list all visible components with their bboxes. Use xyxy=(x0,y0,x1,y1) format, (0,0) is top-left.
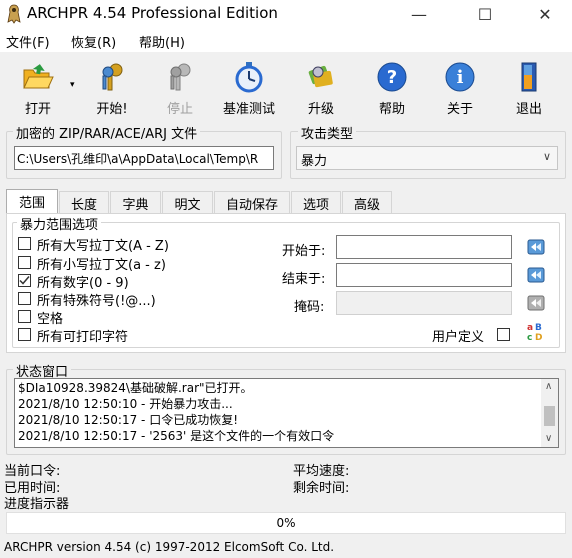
status-line: $DIa10928.39824\基础破解.rar"已打开。 xyxy=(18,381,253,395)
status-bar: ARCHPR version 4.54 (c) 1997-2012 ElcomS… xyxy=(4,540,335,554)
end-at-input[interactable] xyxy=(336,263,512,287)
help-icon: ? xyxy=(377,62,407,92)
about-label: 关于 xyxy=(446,102,473,117)
status-log[interactable]: $DIa10928.39824\基础破解.rar"已打开。 2021/8/10 … xyxy=(14,378,559,448)
open-dropdown-arrow-icon[interactable]: ▾ xyxy=(70,80,75,90)
start-button[interactable]: 开始! xyxy=(82,56,142,118)
checkbox-space-label: 空格 xyxy=(37,312,64,327)
window-title: ARCHPR 4.54 Professional Edition xyxy=(27,4,278,22)
folder-open-icon xyxy=(23,64,54,89)
app-logo-icon xyxy=(7,4,21,24)
help-button[interactable]: ? 帮助 xyxy=(362,56,422,118)
status-line: 2021/8/10 12:50:10 - 开始暴力攻击... xyxy=(18,397,233,411)
svg-text:D: D xyxy=(535,333,542,341)
tab-length[interactable]: 长度 xyxy=(59,191,109,213)
tab-plaintext[interactable]: 明文 xyxy=(162,191,213,213)
remaining-time-label: 剩余时间: xyxy=(293,481,350,496)
svg-text:i: i xyxy=(457,67,464,88)
exit-label: 退出 xyxy=(515,102,542,117)
exit-door-icon xyxy=(521,62,537,92)
mask-key-icon[interactable] xyxy=(526,293,546,313)
attack-type-select[interactable]: 暴力 ∨ xyxy=(296,146,558,170)
tab-advanced[interactable]: 高级 xyxy=(342,191,392,213)
attack-type-group-label: 攻击类型 xyxy=(298,123,357,142)
start-at-input[interactable] xyxy=(336,235,512,259)
start-at-key-icon[interactable] xyxy=(526,237,546,257)
checkbox-digits[interactable] xyxy=(18,274,31,287)
attack-type-value: 暴力 xyxy=(301,154,328,169)
svg-text:a: a xyxy=(527,323,533,333)
checkbox-uppercase[interactable] xyxy=(18,237,31,250)
about-button[interactable]: i 关于 xyxy=(430,56,490,118)
minimize-button[interactable]: — xyxy=(396,0,442,28)
mask-label: 掩码: xyxy=(294,300,325,315)
tab-options[interactable]: 选项 xyxy=(291,191,341,213)
benchmark-label: 基准测试 xyxy=(222,102,275,117)
scroll-down-icon[interactable]: ∨ xyxy=(545,431,552,447)
tab-dictionary[interactable]: 字典 xyxy=(110,191,161,213)
end-at-label: 结束于: xyxy=(282,272,326,287)
title-bar[interactable]: ARCHPR 4.54 Professional Edition — ☐ ✕ xyxy=(0,0,572,28)
user-defined-label: 用户定义 xyxy=(432,330,485,345)
stopwatch-icon xyxy=(235,62,263,93)
open-label: 打开 xyxy=(24,102,51,117)
scroll-thumb[interactable] xyxy=(544,406,555,426)
toolbar: 打开 ▾ 开始! 停止 基准测试 升级 ? 帮助 i 关于 退出 xyxy=(0,52,572,120)
maximize-button[interactable]: ☐ xyxy=(462,0,508,28)
status-line: 2021/8/10 12:50:17 - 口令已成功恢复! xyxy=(18,413,239,427)
svg-text:?: ? xyxy=(387,67,397,88)
checkbox-lowercase[interactable] xyxy=(18,256,31,269)
close-button[interactable]: ✕ xyxy=(522,0,568,28)
menu-help[interactable]: 帮助(H) xyxy=(139,32,185,51)
menu-recover[interactable]: 恢复(R) xyxy=(71,32,116,51)
checkbox-lowercase-label: 所有小写拉丁文(a - z) xyxy=(37,258,166,273)
end-at-key-icon[interactable] xyxy=(526,265,546,285)
open-button[interactable]: 打开 xyxy=(8,56,68,118)
scroll-up-icon[interactable]: ∧ xyxy=(545,379,552,395)
start-at-label: 开始于: xyxy=(282,244,326,259)
brute-force-range-label: 暴力范围选项 xyxy=(17,214,102,233)
keys-start-icon xyxy=(102,63,123,91)
upgrade-label: 升级 xyxy=(307,102,334,117)
status-scrollbar[interactable]: ∧ ∨ xyxy=(541,379,558,447)
checkbox-digits-label: 所有数字(0 - 9) xyxy=(37,276,129,291)
checkbox-printable-label: 所有可打印字符 xyxy=(37,330,129,345)
encrypted-file-group-label: 加密的 ZIP/RAR/ACE/ARJ 文件 xyxy=(13,123,201,142)
start-label: 开始! xyxy=(96,102,128,117)
exit-button[interactable]: 退出 xyxy=(499,56,559,118)
checkbox-special-label: 所有特殊符号(!@...) xyxy=(37,294,156,309)
checkbox-uppercase-label: 所有大写拉丁文(A - Z) xyxy=(37,239,169,254)
chevron-down-icon: ∨ xyxy=(542,150,551,163)
keys-stop-icon xyxy=(170,63,191,91)
upgrade-button[interactable]: 升级 xyxy=(291,56,351,118)
tab-autosave[interactable]: 自动保存 xyxy=(214,191,290,213)
checkbox-space[interactable] xyxy=(18,310,31,323)
menu-file[interactable]: 文件(F) xyxy=(6,32,50,51)
check-mark-icon xyxy=(19,276,30,285)
progress-text: 0% xyxy=(276,516,296,530)
checkbox-user-defined[interactable] xyxy=(497,328,510,341)
benchmark-button[interactable]: 基准测试 xyxy=(217,56,281,118)
help-label: 帮助 xyxy=(378,102,405,117)
status-line: 2021/8/10 12:50:17 - '2563' 是这个文件的一个有效口令 xyxy=(18,429,335,443)
stop-label: 停止 xyxy=(166,102,193,117)
stop-button[interactable]: 停止 xyxy=(150,56,210,118)
svg-text:c: c xyxy=(527,333,532,341)
progress-indicator-label: 进度指示器 xyxy=(4,497,70,512)
tab-range[interactable]: 范围 xyxy=(6,189,58,214)
checkbox-printable[interactable] xyxy=(18,328,31,341)
svg-text:B: B xyxy=(535,323,542,333)
file-path-field[interactable]: C:\Users\孔维印\a\AppData\Local\Temp\R xyxy=(14,146,274,170)
upgrade-icon xyxy=(308,65,333,88)
menu-bar: 文件(F) 恢复(R) 帮助(H) xyxy=(0,28,572,52)
charset-abc-icon[interactable]: a B c D xyxy=(526,321,546,341)
mask-input[interactable] xyxy=(336,291,512,315)
checkbox-special[interactable] xyxy=(18,292,31,305)
progress-bar: 0% xyxy=(6,512,566,534)
info-icon: i xyxy=(445,62,475,92)
